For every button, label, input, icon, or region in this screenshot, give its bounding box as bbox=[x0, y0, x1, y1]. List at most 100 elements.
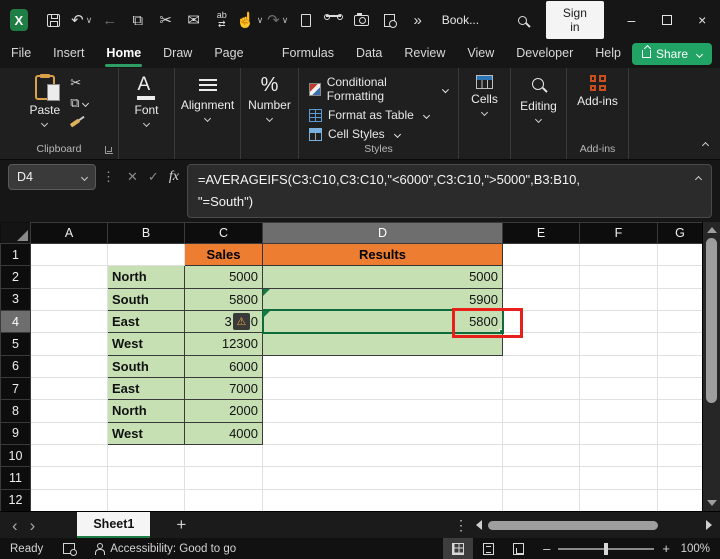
paste-special-icon[interactable]: ✉ bbox=[183, 8, 205, 32]
col-header-c[interactable]: C bbox=[184, 222, 263, 244]
camera-icon[interactable] bbox=[351, 8, 373, 32]
row-header-7[interactable]: 7 bbox=[0, 376, 31, 401]
sheet-options-icon[interactable]: ⋮ bbox=[446, 517, 476, 534]
collapse-ribbon-icon[interactable] bbox=[699, 135, 710, 153]
col-header-e[interactable]: E bbox=[502, 222, 580, 244]
cell-B8[interactable]: North bbox=[107, 399, 185, 423]
cell-D2[interactable]: 5000 bbox=[262, 265, 503, 289]
name-box[interactable]: D4 bbox=[8, 164, 96, 190]
next-sheet-icon[interactable]: › bbox=[30, 517, 48, 534]
zoom-in-icon[interactable]: + bbox=[662, 541, 670, 556]
sheet-tab-sheet1[interactable]: Sheet1 bbox=[77, 511, 151, 539]
touch-mode-icon[interactable]: ☝ ∨ bbox=[236, 8, 263, 32]
macro-record-icon[interactable] bbox=[53, 543, 85, 556]
accessibility-status[interactable]: Accessibility: Good to go bbox=[85, 542, 246, 555]
cell-C5[interactable]: 12300 bbox=[184, 332, 263, 356]
cut-button[interactable]: ✂ bbox=[70, 75, 88, 91]
row-header-5[interactable]: 5 bbox=[0, 332, 31, 356]
addins-button[interactable]: Add-ins bbox=[577, 75, 618, 108]
find-replace-icon[interactable]: ab ⇄ bbox=[211, 8, 233, 32]
cell-C3[interactable]: 5800 bbox=[184, 287, 263, 311]
col-header-f[interactable]: F bbox=[579, 222, 658, 244]
undo-icon[interactable]: ↶ ∨ bbox=[71, 8, 93, 32]
alignment-menu-button[interactable]: Alignment bbox=[181, 75, 234, 123]
redo-icon[interactable]: ↷ ∨ bbox=[267, 8, 289, 32]
col-header-g[interactable]: G bbox=[657, 222, 703, 244]
print-preview-icon[interactable] bbox=[379, 8, 401, 32]
cell-B4[interactable]: East bbox=[107, 309, 185, 334]
tab-view[interactable]: View bbox=[456, 40, 505, 68]
scroll-up-icon[interactable] bbox=[707, 227, 717, 233]
cells-menu-button[interactable]: Cells bbox=[471, 75, 498, 117]
copy-button[interactable]: ⧉ bbox=[70, 95, 90, 111]
cell-B2[interactable]: North bbox=[107, 265, 185, 289]
conditional-formatting-button[interactable]: Conditional Formatting bbox=[309, 75, 450, 103]
row-header-2[interactable]: 2 bbox=[0, 265, 31, 289]
zoom-percentage[interactable]: 100% bbox=[680, 543, 720, 555]
normal-view-icon[interactable] bbox=[443, 538, 474, 559]
editing-menu-button[interactable]: Editing bbox=[520, 75, 557, 124]
row-header-6[interactable]: 6 bbox=[0, 354, 31, 378]
format-as-table-button[interactable]: Format as Table bbox=[309, 108, 430, 122]
cell-B5[interactable]: West bbox=[107, 332, 185, 356]
new-sheet-icon[interactable]: + bbox=[150, 515, 212, 535]
tab-help[interactable]: Help bbox=[584, 40, 632, 68]
paste-button[interactable]: Paste bbox=[30, 74, 60, 128]
tab-page-layout[interactable]: Page Layout bbox=[203, 40, 271, 86]
page-break-view-icon[interactable] bbox=[503, 538, 533, 559]
row-header-8[interactable]: 8 bbox=[0, 399, 31, 423]
cell-C7[interactable]: 7000 bbox=[184, 376, 263, 401]
cell-C6[interactable]: 6000 bbox=[184, 354, 263, 378]
horizontal-scrollbar-thumb[interactable] bbox=[488, 520, 658, 530]
cell-C2[interactable]: 5000 bbox=[184, 265, 263, 289]
cell-C4[interactable]: 3 ⚠ 0 bbox=[184, 309, 263, 334]
save-icon[interactable] bbox=[43, 8, 65, 32]
tab-review[interactable]: Review bbox=[393, 40, 456, 68]
name-box-chevron-icon[interactable] bbox=[80, 173, 89, 181]
scroll-left-icon[interactable] bbox=[476, 520, 482, 530]
row-header-3[interactable]: 3 bbox=[0, 287, 31, 311]
search-icon[interactable] bbox=[511, 8, 533, 32]
row-header-11[interactable]: 11 bbox=[0, 466, 31, 490]
row-header-10[interactable]: 10 bbox=[0, 443, 31, 468]
quick-tool-icon[interactable] bbox=[323, 8, 345, 32]
cell-C9[interactable]: 4000 bbox=[184, 421, 263, 445]
maximize-button[interactable] bbox=[649, 0, 684, 40]
cut-icon[interactable]: ✂ bbox=[155, 8, 177, 32]
clipboard-dialog-launcher-icon[interactable] bbox=[105, 146, 113, 154]
col-header-a[interactable]: A bbox=[30, 222, 108, 244]
horizontal-scrollbar[interactable] bbox=[476, 520, 712, 531]
zoom-slider-thumb[interactable] bbox=[604, 542, 609, 555]
row-header-12[interactable]: 12 bbox=[0, 488, 31, 511]
copy-icon[interactable]: ⧉ bbox=[127, 8, 149, 32]
row-header-4[interactable]: 4 bbox=[0, 309, 31, 334]
tab-formulas[interactable]: Formulas bbox=[271, 40, 345, 68]
row-header-9[interactable]: 9 bbox=[0, 421, 31, 445]
col-header-d[interactable]: D bbox=[262, 222, 503, 244]
insert-function-icon[interactable]: fx bbox=[169, 169, 179, 185]
cell-D1[interactable]: Results bbox=[262, 242, 503, 267]
cell-B9[interactable]: West bbox=[107, 421, 185, 445]
cancel-icon[interactable]: ✕ bbox=[127, 169, 138, 185]
cell-styles-button[interactable]: Cell Styles bbox=[309, 127, 401, 141]
minimize-button[interactable]: – bbox=[614, 0, 649, 40]
formula-input[interactable]: =AVERAGEIFS(C3:C10,C3:C10,"<6000",C3:C10… bbox=[186, 164, 712, 218]
cell-C8[interactable]: 2000 bbox=[184, 399, 263, 423]
zoom-slider[interactable] bbox=[558, 542, 655, 555]
cell-B7[interactable]: East bbox=[107, 376, 185, 401]
vertical-scrollbar[interactable] bbox=[702, 222, 720, 511]
scroll-down-icon[interactable] bbox=[707, 500, 717, 506]
cell-C1[interactable]: Sales bbox=[184, 242, 263, 267]
tab-insert[interactable]: Insert bbox=[42, 40, 95, 68]
number-menu-button[interactable]: % Number bbox=[248, 75, 291, 123]
tab-developer[interactable]: Developer bbox=[505, 40, 584, 68]
new-file-icon[interactable] bbox=[295, 8, 317, 32]
prev-sheet-icon[interactable]: ‹ bbox=[0, 517, 30, 534]
qat-overflow-icon[interactable]: » bbox=[407, 8, 429, 32]
scroll-right-icon[interactable] bbox=[706, 520, 712, 530]
zoom-out-icon[interactable]: – bbox=[543, 541, 550, 556]
page-layout-view-icon[interactable] bbox=[473, 538, 503, 559]
select-all-corner[interactable] bbox=[0, 222, 31, 244]
tab-file[interactable]: File bbox=[0, 40, 42, 68]
back-arrow-icon[interactable]: ← bbox=[99, 8, 121, 32]
